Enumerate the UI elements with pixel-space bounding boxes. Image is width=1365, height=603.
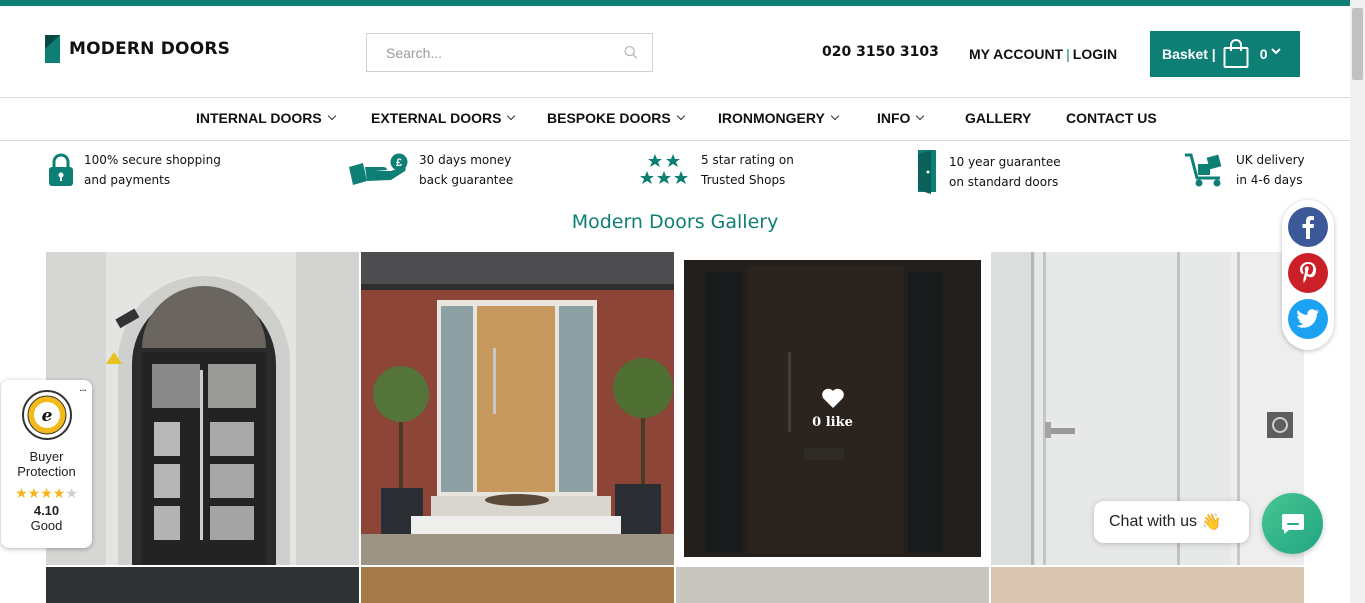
gallery-title: Modern Doors Gallery xyxy=(571,211,779,233)
chat-icon xyxy=(1281,513,1304,534)
gallery-image-row2-2[interactable] xyxy=(361,567,674,603)
chevron-down-icon xyxy=(916,111,925,121)
chat-label: Chat with us xyxy=(1109,513,1198,530)
usp-line1: UK delivery xyxy=(1236,153,1305,167)
trusted-shops-badge[interactable]: ... e Buyer Protection ★★★★★ 4.10 Good xyxy=(1,380,92,548)
chevron-down-icon xyxy=(327,111,336,121)
protection-label: Protection xyxy=(17,464,76,479)
nav-label: IRONMONGERY xyxy=(718,110,825,126)
heart-icon[interactable] xyxy=(821,387,845,409)
chevron-down-icon xyxy=(507,111,516,121)
usp-star-rating: 5 star rating on Trusted Shops xyxy=(639,150,794,190)
padlock-icon xyxy=(49,153,73,186)
logo[interactable]: MODERN DOORS xyxy=(45,35,230,63)
usp-line2: Trusted Shops xyxy=(701,173,786,187)
door-photo xyxy=(361,252,674,565)
waving-hand-icon: 👋 xyxy=(1201,514,1222,531)
my-account-link[interactable]: MY ACCOUNT xyxy=(969,46,1063,62)
more-options-icon[interactable]: ... xyxy=(79,380,87,394)
main-nav: INTERNAL DOORS EXTERNAL DOORS BESPOKE DO… xyxy=(0,98,1350,140)
door-icon xyxy=(918,150,936,194)
money-hand-icon: £ xyxy=(349,153,408,185)
stars-icon xyxy=(640,154,688,184)
chevron-down-icon xyxy=(830,111,840,121)
basket-button[interactable]: Basket | 0 xyxy=(1150,31,1300,77)
social-share-bar xyxy=(1282,200,1334,350)
nav-label: INTERNAL DOORS xyxy=(196,110,322,126)
search-box[interactable] xyxy=(366,33,653,72)
usp-ten-year-guarantee: 10 year guarantee on standard doors xyxy=(917,150,1061,194)
nav-info[interactable]: INFO xyxy=(877,110,925,126)
phone-number[interactable]: 020 3150 3103 xyxy=(822,44,939,60)
rating-word: Good xyxy=(30,518,63,533)
usp-line2: on standard doors xyxy=(949,175,1059,189)
basket-label: Basket | xyxy=(1162,46,1216,62)
usp-line2: in 4-6 days xyxy=(1236,173,1303,187)
chat-launcher-button[interactable] xyxy=(1262,493,1323,554)
login-link[interactable]: LOGIN xyxy=(1073,46,1117,62)
basket-count: 0 xyxy=(1259,46,1268,62)
delivery-trolley-icon xyxy=(1185,153,1222,187)
logo-mark-icon xyxy=(45,35,60,63)
pinterest-icon[interactable] xyxy=(1288,253,1328,293)
nav-ironmongery[interactable]: IRONMONGERY xyxy=(718,110,840,126)
search-icon[interactable] xyxy=(624,45,638,60)
nav-bespoke-doors[interactable]: BESPOKE DOORS xyxy=(547,110,685,126)
buyer-label: Buyer xyxy=(29,449,64,464)
nav-label: EXTERNAL DOORS xyxy=(371,110,502,126)
usp-line1: 30 days money xyxy=(419,153,512,167)
usp-uk-delivery: UK delivery in 4-6 days xyxy=(1184,150,1305,190)
gallery-image-row2-4[interactable] xyxy=(991,567,1304,603)
nav-divider-bottom xyxy=(0,140,1350,141)
nav-gallery[interactable]: GALLERY xyxy=(965,110,1031,126)
nav-contact-us[interactable]: CONTACT US xyxy=(1066,110,1157,126)
shopping-bag-icon xyxy=(1223,39,1249,68)
top-accent-bar xyxy=(0,0,1365,6)
nav-internal-doors[interactable]: INTERNAL DOORS xyxy=(196,110,336,126)
search-input[interactable] xyxy=(386,44,624,61)
usp-line1: 5 star rating on xyxy=(701,153,794,167)
account-links: MY ACCOUNT | LOGIN xyxy=(969,46,1117,62)
chat-bubble[interactable]: Chat with us 👋 xyxy=(1094,501,1249,543)
gallery-image-arched-double-door[interactable] xyxy=(46,252,359,565)
gallery-image-row2-1[interactable] xyxy=(46,567,359,603)
nav-label: GALLERY xyxy=(965,110,1032,126)
gallery-image-oak-front-door[interactable] xyxy=(361,252,674,565)
rating-stars: ★★★★★ xyxy=(15,485,78,501)
nav-external-doors[interactable]: EXTERNAL DOORS xyxy=(371,110,516,126)
page-scrollbar[interactable] xyxy=(1350,0,1365,603)
chevron-down-icon xyxy=(676,111,685,121)
trusted-shops-seal-icon: e xyxy=(21,390,72,440)
chevron-down-icon xyxy=(1270,48,1281,55)
nav-label: BESPOKE DOORS xyxy=(547,110,671,126)
twitter-icon[interactable] xyxy=(1288,299,1328,339)
usp-money-back: £ 30 days money back guarantee xyxy=(347,150,513,190)
usp-line2: and payments xyxy=(84,173,171,187)
svg-text:£: £ xyxy=(396,157,402,169)
account-separator: | xyxy=(1066,46,1070,62)
rating-score: 4.10 xyxy=(33,503,60,518)
scrollbar-thumb[interactable] xyxy=(1352,8,1363,80)
svg-text:e: e xyxy=(41,406,52,426)
like-overlay[interactable]: 0 like xyxy=(676,252,989,565)
door-photo xyxy=(46,252,359,565)
gallery-image-row2-3[interactable] xyxy=(676,567,989,603)
nav-label: CONTACT US xyxy=(1066,110,1157,126)
logo-text: MODERN DOORS xyxy=(69,39,231,59)
usp-line1: 10 year guarantee xyxy=(949,155,1061,169)
gallery-image-dark-door-hover[interactable]: 0 like xyxy=(676,252,989,565)
nav-label: INFO xyxy=(877,110,911,126)
usp-line1: 100% secure shopping xyxy=(84,153,221,167)
usp-line2: back guarantee xyxy=(419,173,514,187)
usp-secure-shopping: 100% secure shopping and payments xyxy=(48,150,221,190)
like-count: 0 like xyxy=(812,415,853,430)
facebook-icon[interactable] xyxy=(1288,207,1328,247)
